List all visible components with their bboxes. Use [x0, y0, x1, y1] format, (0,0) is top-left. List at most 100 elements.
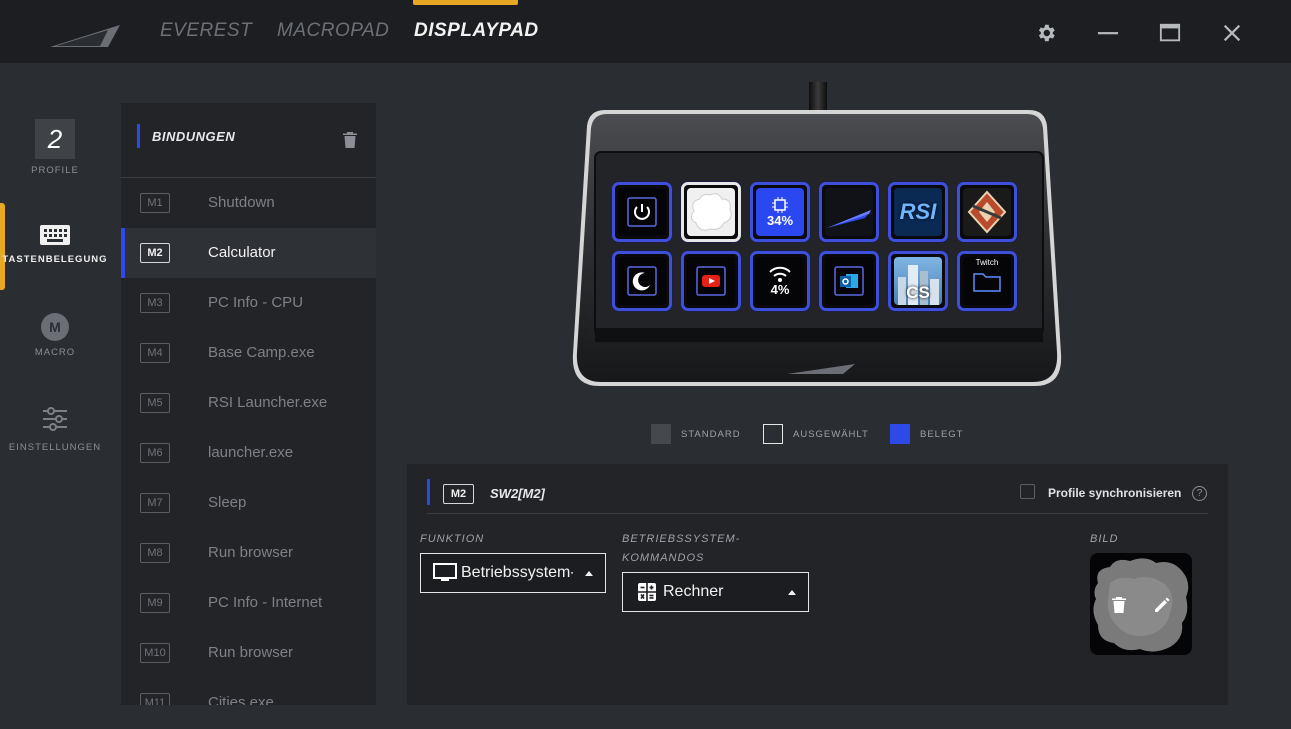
binding-row-m3[interactable]: M3 PC Info - CPU	[121, 278, 376, 328]
legend-assigned: BELEGT	[890, 424, 964, 444]
function-select[interactable]: Betriebssystem-K	[420, 553, 606, 593]
cloud-image-icon	[1093, 558, 1189, 652]
game-emblem-icon	[967, 190, 1007, 234]
rail-settings-label: EINSTELLUNGEN	[8, 442, 102, 453]
title-bar: EVEREST MACROPAD DISPLAYPAD	[0, 0, 1291, 63]
legend-standard-label: STANDARD	[681, 428, 741, 440]
device-key-m9[interactable]: 4%	[750, 251, 810, 311]
trash-icon[interactable]	[342, 131, 358, 149]
trash-icon[interactable]	[1110, 596, 1128, 614]
cpu-value: 34%	[766, 212, 794, 228]
legend-assigned-swatch	[890, 424, 910, 444]
image-label: BILD	[1090, 533, 1119, 545]
cpu-icon	[772, 196, 788, 213]
chevron-up-icon	[585, 571, 593, 576]
device-key-m8[interactable]	[681, 251, 741, 311]
binding-name: Sleep	[208, 494, 247, 511]
binding-key-badge: M7	[140, 493, 170, 513]
minimize-icon[interactable]	[1097, 22, 1119, 44]
sync-profiles-label[interactable]: Profile synchronisieren	[1048, 486, 1181, 500]
rail-profile-label: PROFILE	[31, 165, 79, 176]
rsi-logo: RSI	[899, 199, 937, 224]
binding-row-m2[interactable]: M2 Calculator	[121, 228, 376, 278]
binding-key-badge: M8	[140, 543, 170, 563]
binding-row-m4[interactable]: M4 Base Camp.exe	[121, 328, 376, 378]
binding-key-badge: M4	[140, 343, 170, 363]
detail-divider	[427, 513, 1208, 514]
device-key-m6[interactable]	[957, 182, 1017, 242]
wifi-icon	[769, 266, 791, 282]
binding-name: PC Info - CPU	[208, 294, 304, 311]
chevron-up-icon	[788, 590, 796, 595]
binding-row-m1[interactable]: M1 Shutdown	[121, 178, 376, 228]
binding-key-badge: M6	[140, 443, 170, 463]
calculator-icon	[638, 583, 656, 601]
brand-logo	[50, 25, 120, 47]
os-commands-label-line1: BETRIEBSSYSTEM-	[622, 533, 741, 545]
device-key-m5[interactable]: RSI	[888, 182, 948, 242]
macro-icon: M	[41, 313, 69, 341]
device-key-m2-selected[interactable]	[681, 182, 741, 242]
legend-selected: AUSGEWÄHLT	[763, 424, 869, 444]
legend-assigned-label: BELEGT	[920, 428, 964, 440]
basecamp-logo-icon	[827, 210, 871, 228]
pencil-icon[interactable]	[1153, 596, 1171, 614]
binding-row-m6[interactable]: M6 launcher.exe	[121, 428, 376, 478]
os-command-select[interactable]: Rechner	[622, 572, 809, 612]
device-key-m11[interactable]: CS	[888, 251, 948, 311]
legend-standard: STANDARD	[651, 424, 741, 444]
rail-settings[interactable]: EINSTELLUNGEN	[0, 405, 110, 453]
function-select-value: Betriebssystem-K	[461, 564, 587, 581]
device-key-m1[interactable]	[612, 182, 672, 242]
maximize-icon[interactable]	[1159, 22, 1181, 44]
moon-icon	[627, 266, 657, 296]
bindings-title: BINDUNGEN	[152, 129, 236, 144]
binding-name: Run browser	[208, 644, 294, 661]
key-detail-panel: M2 SW2[M2] Profile synchronisieren ? FUN…	[407, 464, 1228, 705]
tab-displaypad[interactable]: DISPLAYPAD	[414, 20, 539, 42]
rail-key-assignment[interactable]: TASTENBELEGUNG	[0, 223, 110, 265]
binding-key-badge: M11	[140, 693, 170, 705]
device-key-m12[interactable]: Twitch	[957, 251, 1017, 311]
key-image-preview[interactable]	[1090, 553, 1192, 655]
legend-selected-label: AUSGEWÄHLT	[793, 428, 869, 440]
close-icon[interactable]	[1221, 22, 1243, 44]
device-key-m3[interactable]: 34%	[750, 182, 810, 242]
detail-key-badge: M2	[443, 484, 474, 504]
binding-key-badge: M5	[140, 393, 170, 413]
displaypad-device: 34% RSI 4% CS Twitch	[565, 82, 1069, 392]
tab-macropad[interactable]: MACROPAD	[277, 20, 389, 42]
function-label: FUNKTION	[420, 533, 485, 545]
binding-row-m5[interactable]: M5 RSI Launcher.exe	[121, 378, 376, 428]
binding-row-m11[interactable]: M11 Cities.exe	[121, 678, 376, 705]
binding-key-badge: M2	[140, 243, 170, 263]
twitch-label: Twitch	[975, 258, 999, 267]
binding-name: Run browser	[208, 544, 294, 561]
folder-icon	[973, 273, 1001, 292]
rail-key-assignment-label: TASTENBELEGUNG	[2, 254, 108, 265]
binding-row-m7[interactable]: M7 Sleep	[121, 478, 376, 528]
legend-standard-swatch	[651, 424, 671, 444]
binding-row-m10[interactable]: M10 Run browser	[121, 628, 376, 678]
tab-everest[interactable]: EVEREST	[160, 20, 252, 42]
active-tab-indicator	[413, 0, 518, 5]
gear-icon[interactable]	[1035, 22, 1057, 44]
rail-macro-label: MACRO	[34, 347, 76, 358]
sync-profiles-checkbox[interactable]	[1020, 484, 1035, 499]
rail-profile[interactable]: 2 PROFILE	[0, 119, 110, 176]
binding-name: RSI Launcher.exe	[208, 394, 328, 411]
rail-macro[interactable]: M MACRO	[0, 313, 110, 358]
outlook-icon	[834, 266, 864, 296]
youtube-icon	[696, 266, 726, 296]
help-icon[interactable]: ?	[1192, 486, 1207, 501]
device-key-m10[interactable]	[819, 251, 879, 311]
binding-row-m9[interactable]: M9 PC Info - Internet	[121, 578, 376, 628]
device-key-m4[interactable]	[819, 182, 879, 242]
header-accent-bar	[137, 124, 140, 148]
sliders-icon	[43, 407, 67, 431]
device-key-m7[interactable]	[612, 251, 672, 311]
os-commands-label: BETRIEBSSYSTEM- KOMMANDOS	[622, 530, 740, 568]
binding-row-m8[interactable]: M8 Run browser	[121, 528, 376, 578]
cloud-image-icon	[690, 193, 732, 231]
binding-name: Base Camp.exe	[208, 344, 315, 361]
